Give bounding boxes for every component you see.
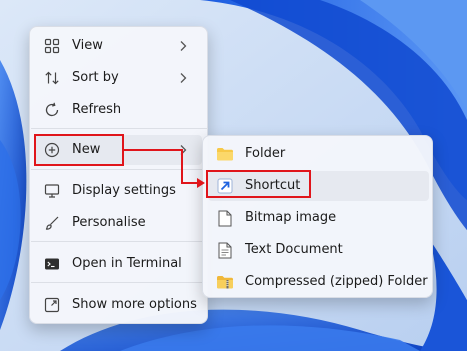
menu-item-label: Refresh [72,102,122,117]
submenu-item-label: Folder [245,146,286,161]
submenu-item-bitmap-image[interactable]: Bitmap image [208,203,429,233]
display-icon [43,182,61,200]
terminal-icon [43,255,61,273]
annotation-box-new [34,134,124,166]
refresh-icon [43,101,61,119]
bitmap-file-icon [216,209,234,227]
submenu-item-label: Compressed (zipped) Folder [245,274,428,289]
menu-item-label: Show more options [72,297,197,312]
submenu-item-label: Bitmap image [245,210,337,225]
show-more-icon [43,296,61,314]
chevron-right-icon [176,71,190,85]
menu-divider [31,282,208,283]
submenu-item-compressed-folder[interactable]: Compressed (zipped) Folder [208,267,429,297]
folder-icon [216,145,234,163]
menu-item-label: Sort by [72,70,119,85]
menu-item-label: Open in Terminal [72,256,182,271]
submenu-item-text-document[interactable]: Text Document [208,235,429,265]
zip-folder-icon [216,273,234,291]
sort-arrows-icon [43,69,61,87]
menu-item-show-more-options[interactable]: Show more options [35,290,202,320]
menu-item-open-in-terminal[interactable]: Open in Terminal [35,249,202,279]
menu-item-label: Personalise [72,215,146,230]
brush-icon [43,214,61,232]
text-file-icon [216,241,234,259]
menu-item-sort-by[interactable]: Sort by [35,63,202,93]
menu-divider [31,241,208,242]
new-submenu: Folder Shortcut Bitmap image Text Docume… [202,135,433,298]
menu-item-view[interactable]: View [35,31,202,61]
menu-item-personalise[interactable]: Personalise [35,208,202,238]
view-grid-icon [43,37,61,55]
annotation-arrow [124,149,205,188]
menu-item-label: View [72,38,103,53]
menu-divider [31,128,208,129]
submenu-item-label: Text Document [245,242,343,257]
submenu-item-folder[interactable]: Folder [208,139,429,169]
chevron-right-icon [176,39,190,53]
menu-item-refresh[interactable]: Refresh [35,95,202,125]
annotation-box-shortcut [206,170,311,198]
